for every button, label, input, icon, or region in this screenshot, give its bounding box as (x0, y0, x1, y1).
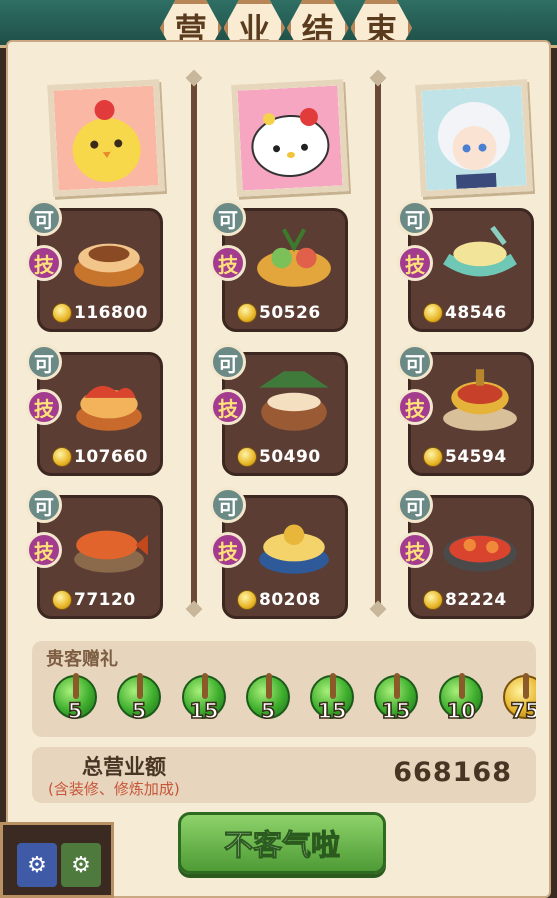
coin-icon (52, 590, 72, 610)
coin-icon (237, 447, 257, 467)
gift-item: 15 (307, 671, 357, 731)
gift-item: 15 (371, 671, 421, 731)
coin-icon (423, 590, 443, 610)
gift-amount: 5 (260, 698, 276, 724)
seafood-platter-dish (257, 228, 331, 287)
gift-item: 5 (114, 671, 164, 731)
skill-badge: 技 (210, 532, 246, 568)
guest-portrait-1[interactable] (47, 79, 165, 197)
available-badge: 可 (210, 487, 246, 523)
confirm-button[interactable]: 不客气啦 (178, 812, 386, 874)
gift-amount: 5 (67, 698, 83, 724)
available-badge: 可 (397, 344, 433, 380)
dish-price: 82224 (445, 590, 507, 610)
lobster-bowl-dish (76, 385, 142, 431)
coin-icon (52, 303, 72, 323)
dish-price: 50490 (259, 447, 321, 467)
dish-price: 50526 (259, 303, 321, 323)
gift-item: 75 (500, 671, 536, 731)
total-revenue-panel: 总营业额 (含装修、修炼加成) 668168 (32, 747, 536, 803)
price-row: 77120 (52, 588, 136, 612)
corner-toolbar: ⚙ ⚙ (0, 822, 114, 898)
price-row: 54594 (423, 445, 507, 469)
gift-item: 5 (50, 671, 100, 731)
scene-icon-blue[interactable]: ⚙ (17, 843, 57, 887)
skill-badge: 技 (397, 532, 433, 568)
skill-badge: 技 (26, 532, 62, 568)
guest-portrait-2[interactable] (231, 79, 349, 197)
available-badge: 可 (26, 487, 62, 523)
dish-price: 54594 (445, 447, 507, 467)
dish-price: 80208 (259, 590, 321, 610)
coin-icon (423, 447, 443, 467)
coin-icon (237, 303, 257, 323)
coin-icon (237, 590, 257, 610)
gift-amount: 15 (189, 698, 220, 724)
gift-amount: 15 (317, 698, 348, 724)
gift-amount: 10 (446, 698, 477, 724)
noodle-pot-dish (74, 243, 144, 287)
gift-amount: 75 (510, 698, 536, 724)
dish-price: 48546 (445, 303, 507, 323)
blue-porcelain-feast-dish (259, 524, 329, 574)
available-badge: 可 (397, 487, 433, 523)
gifts-list[interactable]: 5 5 15 5 15 15 10 75 (50, 671, 536, 735)
guest-gifts-panel: 贵客赠礼 5 5 15 5 15 15 10 75 (32, 641, 536, 737)
skill-badge: 技 (397, 245, 433, 281)
skill-badge: 技 (397, 389, 433, 425)
total-revenue-note: (含装修、修炼加成) (48, 780, 180, 798)
available-badge: 可 (26, 344, 62, 380)
available-badge: 可 (210, 200, 246, 236)
clay-pot-soup-dish (259, 371, 329, 431)
price-row: 50526 (237, 301, 321, 325)
gift-item: 10 (436, 671, 486, 731)
braised-fish-dish (74, 530, 148, 573)
price-row: 80208 (237, 588, 321, 612)
dish-price: 116800 (74, 303, 148, 323)
coin-icon (52, 447, 72, 467)
scene-icon-green[interactable]: ⚙ (61, 843, 101, 887)
gift-amount: 15 (381, 698, 412, 724)
skill-badge: 技 (210, 389, 246, 425)
price-row: 50490 (237, 445, 321, 469)
crab-feast-dish (443, 534, 517, 572)
dish-price: 77120 (74, 590, 136, 610)
gift-amount: 5 (131, 698, 147, 724)
silver-hair-guest-portrait (421, 85, 527, 191)
available-badge: 可 (210, 344, 246, 380)
guest-portrait-3[interactable] (415, 79, 533, 197)
available-badge: 可 (397, 200, 433, 236)
total-revenue-value: 668168 (393, 757, 512, 788)
price-row: 82224 (423, 588, 507, 612)
hotpot-banquet-dish (443, 369, 517, 431)
column-divider-right (375, 78, 381, 610)
skill-badge: 技 (26, 245, 62, 281)
available-badge: 可 (26, 200, 62, 236)
price-row: 116800 (52, 301, 148, 325)
price-row: 107660 (52, 445, 148, 469)
skill-badge: 技 (210, 245, 246, 281)
coin-icon (423, 303, 443, 323)
gift-item: 5 (243, 671, 293, 731)
total-revenue-label: 总营业额 (82, 755, 166, 779)
gifts-title: 贵客赠礼 (46, 649, 118, 670)
column-divider-left (191, 78, 197, 610)
hello-kitty-guest-portrait (237, 85, 343, 191)
jade-boat-dish (443, 225, 517, 277)
chick-guest-portrait (53, 85, 159, 191)
price-row: 48546 (423, 301, 507, 325)
gift-item: 15 (179, 671, 229, 731)
dish-price: 107660 (74, 447, 148, 467)
skill-badge: 技 (26, 389, 62, 425)
